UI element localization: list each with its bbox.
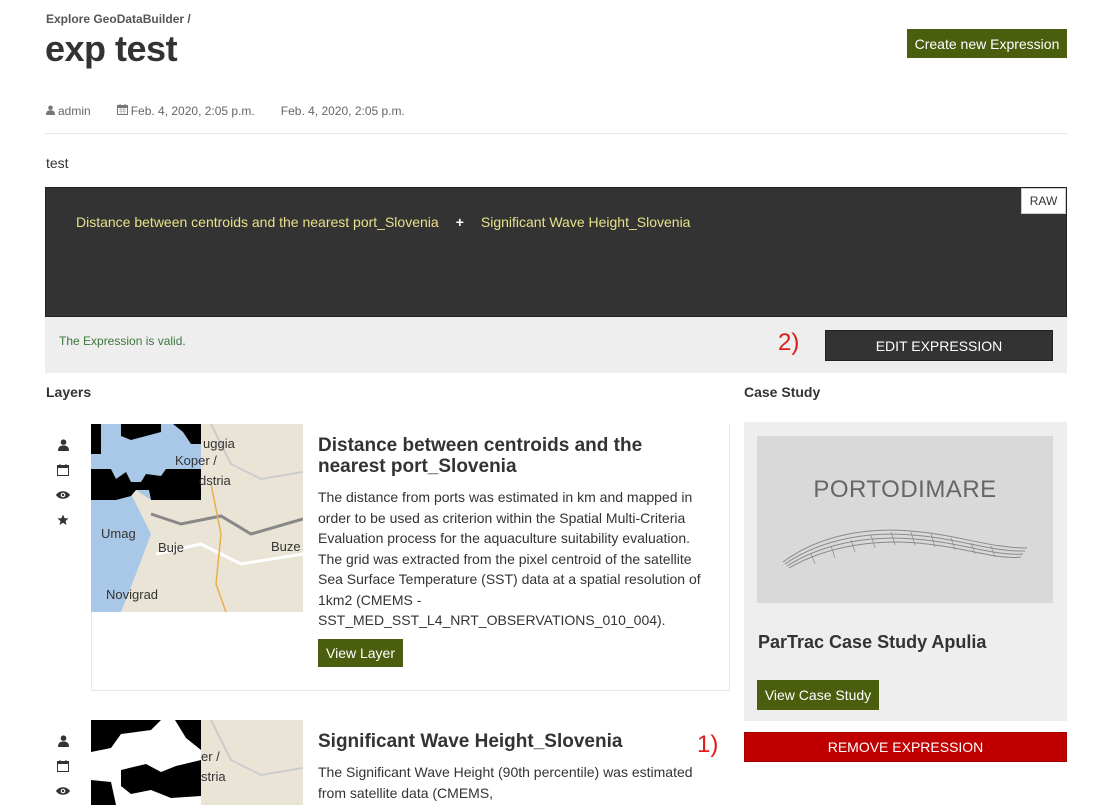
- view-layer-button[interactable]: View Layer: [318, 638, 404, 667]
- validation-message: The Expression is valid.: [59, 334, 186, 348]
- map-label: Novigrad: [106, 587, 159, 602]
- raw-toggle-button[interactable]: RAW: [1021, 188, 1066, 214]
- eye-icon[interactable]: [53, 778, 73, 803]
- case-study-image[interactable]: PORTODIMARE: [757, 436, 1053, 603]
- created-date: Feb. 4, 2020, 2:05 p.m.: [130, 104, 255, 118]
- author-name: admin: [58, 104, 91, 118]
- meta-updated: Feb. 4, 2020, 2:05 p.m.: [281, 104, 405, 118]
- breadcrumb[interactable]: Explore GeoDataBuilder /: [46, 12, 191, 26]
- layer-body: Significant Wave Height_Slovenia The Sig…: [318, 731, 708, 803]
- eye-icon[interactable]: [53, 482, 73, 507]
- map-label: stria: [201, 769, 226, 784]
- layer-thumbnail[interactable]: er / stria: [91, 720, 303, 805]
- meta-bar: admin Feb. 4, 2020, 2:05 p.m. Feb. 4, 20…: [46, 104, 431, 118]
- layer-description: The Significant Wave Height (90th percen…: [318, 764, 693, 801]
- layer-title[interactable]: Distance between centroids and the neare…: [318, 435, 708, 477]
- expression-editor: Distance between centroids and the neare…: [45, 187, 1067, 317]
- expression-description: test: [46, 155, 69, 171]
- case-study-card: PORTODIMARE ParTrac Case Study Apulia Vi…: [744, 422, 1067, 721]
- user-icon: [46, 104, 55, 118]
- meta-created: Feb. 4, 2020, 2:05 p.m.: [116, 104, 255, 118]
- layer-description: The distance from ports was estimated in…: [318, 489, 701, 628]
- view-case-study-button[interactable]: View Case Study: [757, 680, 879, 710]
- annotation-2: 2): [778, 329, 800, 356]
- layer-thumbnail[interactable]: uggia Koper / dstria Umag Buje Buze Novi…: [91, 424, 303, 612]
- map-label: Buje: [158, 540, 185, 555]
- map-label: uggia: [203, 436, 235, 451]
- calendar-icon[interactable]: [53, 753, 73, 778]
- remove-expression-button[interactable]: REMOVE EXPRESSION: [744, 732, 1067, 762]
- portodimare-wave-logo: [782, 529, 1028, 569]
- layers-heading: Layers: [46, 384, 92, 400]
- layer-icons: [53, 432, 73, 532]
- meta-author: admin: [46, 104, 91, 118]
- layer-icons: [53, 728, 73, 803]
- expression-term-1[interactable]: Distance between centroids and the neare…: [76, 214, 439, 230]
- edit-expression-button[interactable]: EDIT EXPRESSION: [825, 330, 1053, 361]
- map-label: er /: [201, 749, 220, 764]
- expression-formula: Distance between centroids and the neare…: [76, 214, 690, 230]
- case-study-heading: Case Study: [744, 384, 821, 400]
- map-label: Umag: [101, 526, 136, 541]
- create-expression-button[interactable]: Create new Expression: [907, 29, 1067, 58]
- user-icon[interactable]: [53, 432, 73, 457]
- star-icon[interactable]: [53, 507, 73, 532]
- map-label: Buze: [271, 539, 301, 554]
- updated-date: Feb. 4, 2020, 2:05 p.m.: [280, 104, 405, 118]
- map-label: Koper /: [175, 453, 217, 468]
- calendar-icon: [116, 104, 128, 118]
- expression-operator: +: [455, 214, 464, 230]
- expression-term-2[interactable]: Significant Wave Height_Slovenia: [481, 214, 691, 230]
- case-study-title[interactable]: ParTrac Case Study Apulia: [758, 632, 986, 653]
- map-label: dstria: [199, 473, 231, 488]
- annotation-1: 1): [697, 731, 719, 758]
- calendar-icon[interactable]: [53, 457, 73, 482]
- user-icon[interactable]: [53, 728, 73, 753]
- divider: [45, 133, 1067, 134]
- layer-body: Distance between centroids and the neare…: [318, 435, 708, 667]
- page-title: exp test: [45, 28, 178, 69]
- layer-title[interactable]: Significant Wave Height_Slovenia: [318, 731, 708, 752]
- case-logo-text: PORTODIMARE: [813, 476, 997, 503]
- validation-bar: The Expression is valid. 2) EDIT EXPRESS…: [45, 317, 1067, 373]
